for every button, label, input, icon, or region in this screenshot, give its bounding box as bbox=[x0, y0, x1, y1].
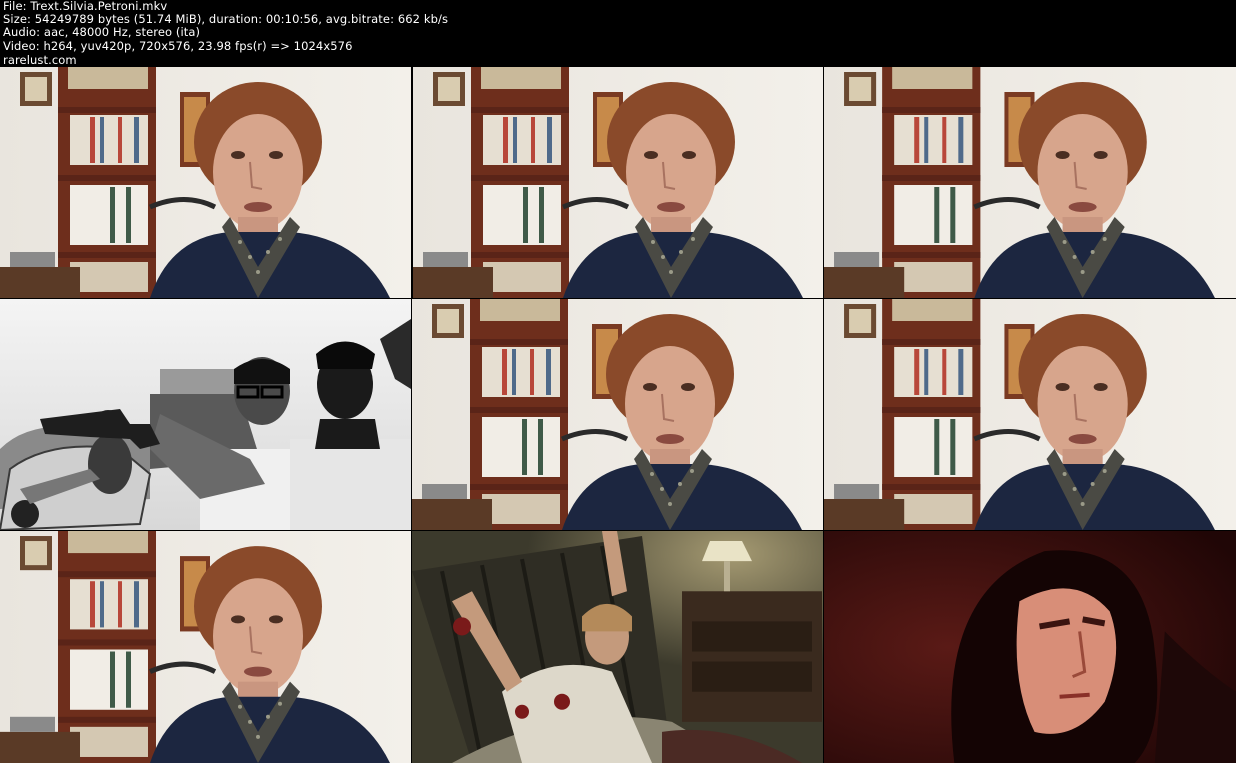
thumbnail-interview bbox=[412, 299, 823, 530]
thumbnail-bw-film-still bbox=[0, 299, 411, 530]
audio-info-line: Audio: aac, 48000 Hz, stereo (ita) bbox=[3, 25, 201, 39]
thumbnail-interview bbox=[412, 67, 823, 298]
info-header: File: Trext.Silvia.Petroni.mkv Size: 542… bbox=[0, 0, 1236, 67]
thumbnail-film-still-bed bbox=[412, 531, 823, 763]
video-info-line: Video: h264, yuv420p, 720x576, 23.98 fps… bbox=[3, 39, 353, 53]
thumbnail-interview bbox=[824, 67, 1236, 298]
thumbnail-interview bbox=[824, 299, 1236, 530]
thumbnail-interview bbox=[0, 531, 411, 763]
thumbnail-grid bbox=[0, 67, 1236, 763]
thumbnail-interview bbox=[0, 67, 411, 298]
site-name-line: rarelust.com bbox=[3, 53, 77, 67]
thumbnail-film-still-hooded bbox=[824, 531, 1236, 763]
